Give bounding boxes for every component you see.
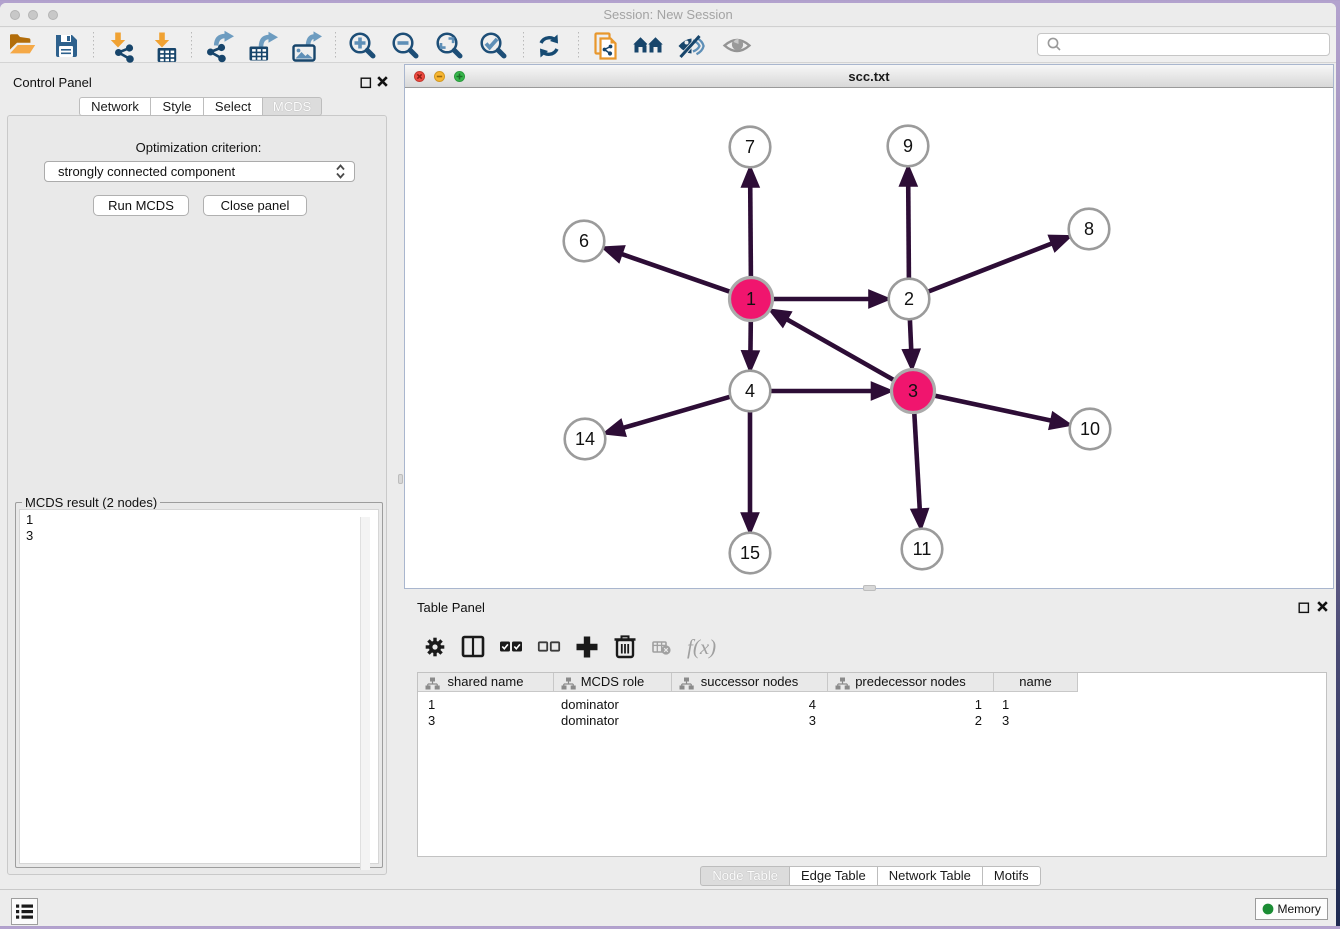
svg-text:15: 15 xyxy=(740,543,760,563)
svg-text:10: 10 xyxy=(1080,419,1100,439)
svg-text:8: 8 xyxy=(1084,219,1094,239)
svg-text:7: 7 xyxy=(745,137,755,157)
svg-text:4: 4 xyxy=(745,381,755,401)
svg-text:14: 14 xyxy=(575,429,595,449)
svg-text:11: 11 xyxy=(913,539,932,559)
svg-text:3: 3 xyxy=(908,381,918,401)
svg-text:1: 1 xyxy=(746,289,756,309)
svg-text:9: 9 xyxy=(903,136,913,156)
svg-text:2: 2 xyxy=(904,289,914,309)
svg-text:f(x): f(x) xyxy=(687,635,716,659)
svg-text:6: 6 xyxy=(579,231,589,251)
